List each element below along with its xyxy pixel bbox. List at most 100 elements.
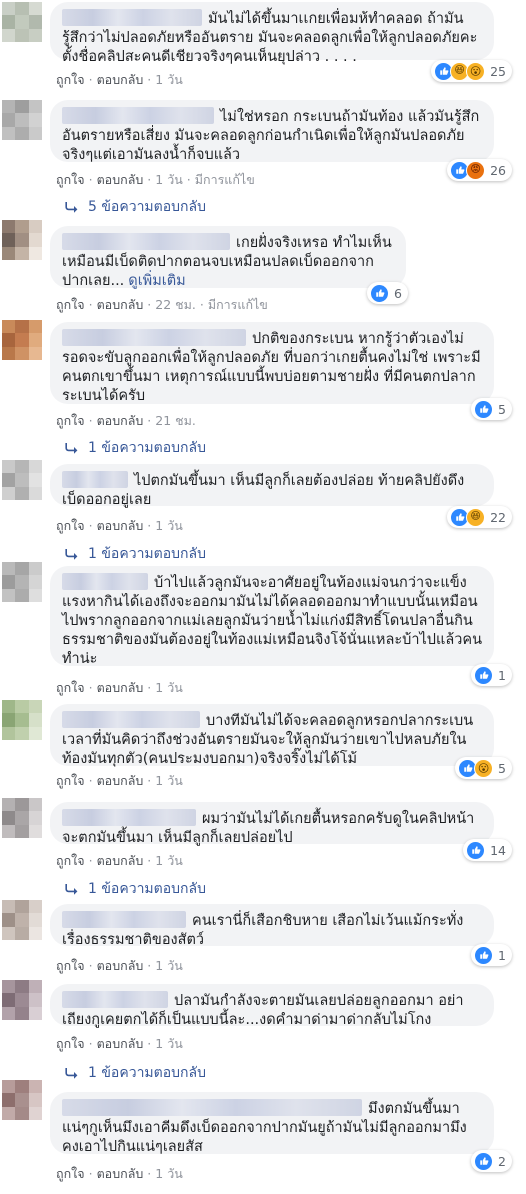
- commenter-name[interactable]: [62, 1099, 362, 1116]
- timestamp[interactable]: 1 วัน: [155, 172, 183, 187]
- like-link[interactable]: ถูกใจ: [56, 413, 85, 428]
- view-replies-link[interactable]: 1 ข้อความตอบกลับ: [64, 437, 206, 459]
- reaction-count: 1: [498, 667, 506, 683]
- timestamp[interactable]: 1 วัน: [155, 680, 183, 695]
- commenter-name[interactable]: [62, 573, 148, 590]
- commenter-name[interactable]: [62, 329, 246, 346]
- timestamp[interactable]: 1 วัน: [155, 518, 183, 533]
- view-replies-link[interactable]: 5 ข้อความตอบกลับ: [64, 196, 206, 218]
- reply-link[interactable]: ตอบกลับ: [97, 773, 144, 788]
- wow-icon: 😮: [466, 61, 486, 81]
- replies-count-label: 1 ข้อความตอบกลับ: [88, 881, 206, 897]
- timestamp[interactable]: 1 วัน: [155, 1166, 183, 1181]
- comment-actions: ถูกใจ · ตอบกลับ · 1 วัน: [56, 518, 183, 533]
- comment-bubble: บ้าไปแล้วลูกมันจะอาศัยอยู่ในท้องแม่จนกว่…: [50, 566, 494, 667]
- comment-actions: ถูกใจ · ตอบกลับ · 1 วัน · มีการแก้ไข: [56, 172, 255, 187]
- edited-label[interactable]: มีการแก้ไข: [208, 297, 268, 312]
- reply-link[interactable]: ตอบกลับ: [97, 853, 144, 868]
- like-link[interactable]: ถูกใจ: [56, 773, 85, 788]
- comment-bubble: มึงตกมันขึ้นมาแน่ๆกูเห็นมึงเอาคีมดึงเบ็ด…: [50, 1092, 494, 1155]
- timestamp[interactable]: 1 วัน: [155, 853, 183, 868]
- like-link[interactable]: ถูกใจ: [56, 1036, 85, 1051]
- reply-link[interactable]: ตอบกลับ: [97, 72, 144, 87]
- reaction-summary[interactable]: 😆 22: [447, 506, 512, 528]
- like-link[interactable]: ถูกใจ: [56, 1166, 85, 1181]
- avatar[interactable]: [2, 700, 42, 740]
- reply-link[interactable]: ตอบกลับ: [97, 413, 144, 428]
- see-more-link[interactable]: ดูเพิ่มเติม: [128, 273, 185, 289]
- commenter-name[interactable]: [62, 233, 230, 250]
- reaction-summary[interactable]: 😮 5: [455, 757, 512, 779]
- view-replies-link[interactable]: 1 ข้อความตอบกลับ: [64, 878, 206, 900]
- edited-label[interactable]: มีการแก้ไข: [195, 172, 255, 187]
- haha-icon: 😆: [466, 507, 486, 527]
- commenter-name[interactable]: [62, 711, 200, 728]
- commenter-name[interactable]: [62, 991, 168, 1008]
- like-icon: [370, 283, 390, 303]
- reaction-summary[interactable]: 5: [471, 398, 512, 420]
- commenter-name[interactable]: [62, 911, 186, 928]
- timestamp[interactable]: 1 วัน: [155, 773, 183, 788]
- commenter-name[interactable]: [62, 471, 128, 488]
- avatar[interactable]: [2, 562, 42, 602]
- timestamp[interactable]: 21 ชม.: [155, 413, 196, 428]
- view-replies-link[interactable]: 1 ข้อความตอบกลับ: [64, 543, 206, 565]
- reaction-summary[interactable]: 6: [367, 282, 408, 304]
- commenter-name[interactable]: [62, 809, 196, 826]
- commenter-name[interactable]: [62, 107, 214, 124]
- reply-link[interactable]: ตอบกลับ: [97, 958, 144, 973]
- timestamp[interactable]: 1 วัน: [155, 958, 183, 973]
- avatar[interactable]: [2, 460, 42, 500]
- reaction-summary[interactable]: 😆 😮 25: [431, 60, 512, 82]
- reply-link[interactable]: ตอบกลับ: [97, 1166, 144, 1181]
- avatar[interactable]: [2, 900, 42, 940]
- replies-count-label: 1 ข้อความตอบกลับ: [88, 546, 206, 562]
- like-link[interactable]: ถูกใจ: [56, 680, 85, 695]
- avatar[interactable]: [2, 1080, 42, 1120]
- comment-actions: ถูกใจ · ตอบกลับ · 21 ชม.: [56, 413, 196, 428]
- comment-bubble: บางทีมันไม่ได้จะคลอดลูกหรอกปลากระเบนเวลา…: [50, 704, 494, 767]
- reply-link[interactable]: ตอบกลับ: [97, 680, 144, 695]
- comment-actions: ถูกใจ · ตอบกลับ · 1 วัน: [56, 1166, 183, 1181]
- like-link[interactable]: ถูกใจ: [56, 297, 85, 312]
- reply-arrow-icon: [65, 884, 78, 895]
- avatar[interactable]: [2, 320, 42, 360]
- avatar[interactable]: [2, 2, 42, 42]
- avatar[interactable]: [2, 798, 42, 838]
- reply-link[interactable]: ตอบกลับ: [97, 518, 144, 533]
- timestamp[interactable]: 22 ชม.: [155, 297, 196, 312]
- reaction-summary[interactable]: 1: [471, 664, 512, 686]
- like-link[interactable]: ถูกใจ: [56, 72, 85, 87]
- comment-actions: ถูกใจ · ตอบกลับ · 1 วัน: [56, 773, 183, 788]
- angry-icon: 😡: [466, 160, 486, 180]
- view-replies-link[interactable]: 1 ข้อความตอบกลับ: [64, 1062, 206, 1084]
- avatar[interactable]: [2, 100, 42, 140]
- comment-actions: ถูกใจ · ตอบกลับ · 1 วัน: [56, 958, 183, 973]
- like-icon: [466, 840, 486, 860]
- like-link[interactable]: ถูกใจ: [56, 853, 85, 868]
- comment-actions: ถูกใจ · ตอบกลับ · 1 วัน: [56, 72, 183, 87]
- timestamp[interactable]: 1 วัน: [155, 1036, 183, 1051]
- like-icon: [474, 399, 494, 419]
- like-link[interactable]: ถูกใจ: [56, 518, 85, 533]
- reply-link[interactable]: ตอบกลับ: [97, 297, 144, 312]
- reaction-summary[interactable]: 1: [471, 944, 512, 966]
- comment-thread: มันไม่ได้ขึ้นมาเเกยเพื่อมห้ทำคลอด ถ้ามัน…: [0, 0, 526, 1194]
- like-link[interactable]: ถูกใจ: [56, 172, 85, 187]
- reply-link[interactable]: ตอบกลับ: [97, 172, 144, 187]
- avatar[interactable]: [2, 220, 42, 260]
- like-icon: [474, 945, 494, 965]
- reaction-count: 5: [498, 401, 506, 417]
- like-icon: [474, 1151, 494, 1171]
- reaction-count: 5: [498, 760, 506, 776]
- reaction-summary[interactable]: 2: [471, 1150, 512, 1172]
- avatar[interactable]: [2, 980, 42, 1020]
- timestamp[interactable]: 1 วัน: [155, 72, 183, 87]
- reaction-count: 1: [498, 947, 506, 963]
- reaction-summary[interactable]: 😡 26: [447, 159, 512, 181]
- reaction-summary[interactable]: 14: [463, 839, 512, 861]
- commenter-name[interactable]: [62, 9, 202, 26]
- like-link[interactable]: ถูกใจ: [56, 958, 85, 973]
- reply-link[interactable]: ตอบกลับ: [97, 1036, 144, 1051]
- comment-bubble: มันไม่ได้ขึ้นมาเเกยเพื่อมห้ทำคลอด ถ้ามัน…: [50, 2, 494, 65]
